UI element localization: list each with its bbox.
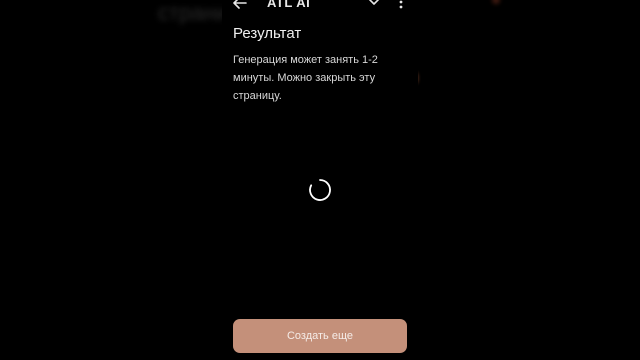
arrow-left-icon[interactable] — [232, 0, 248, 11]
more-vertical-icon[interactable] — [398, 0, 404, 10]
app-screen: ATL AI Результат Генерация может занять … — [222, 0, 418, 360]
top-app-bar: ATL AI — [222, 0, 418, 16]
background-decoration — [492, 0, 500, 4]
background-blurred-text: страни — [158, 0, 228, 25]
generation-notice: Генерация может занять 1-2 минуты. Можно… — [233, 54, 378, 102]
create-more-button[interactable]: Создать еще — [233, 319, 407, 353]
page-title: Результат — [233, 25, 302, 42]
spinner-icon — [309, 179, 331, 201]
chevron-down-icon[interactable] — [367, 0, 381, 9]
app-title: ATL AI — [267, 0, 311, 10]
